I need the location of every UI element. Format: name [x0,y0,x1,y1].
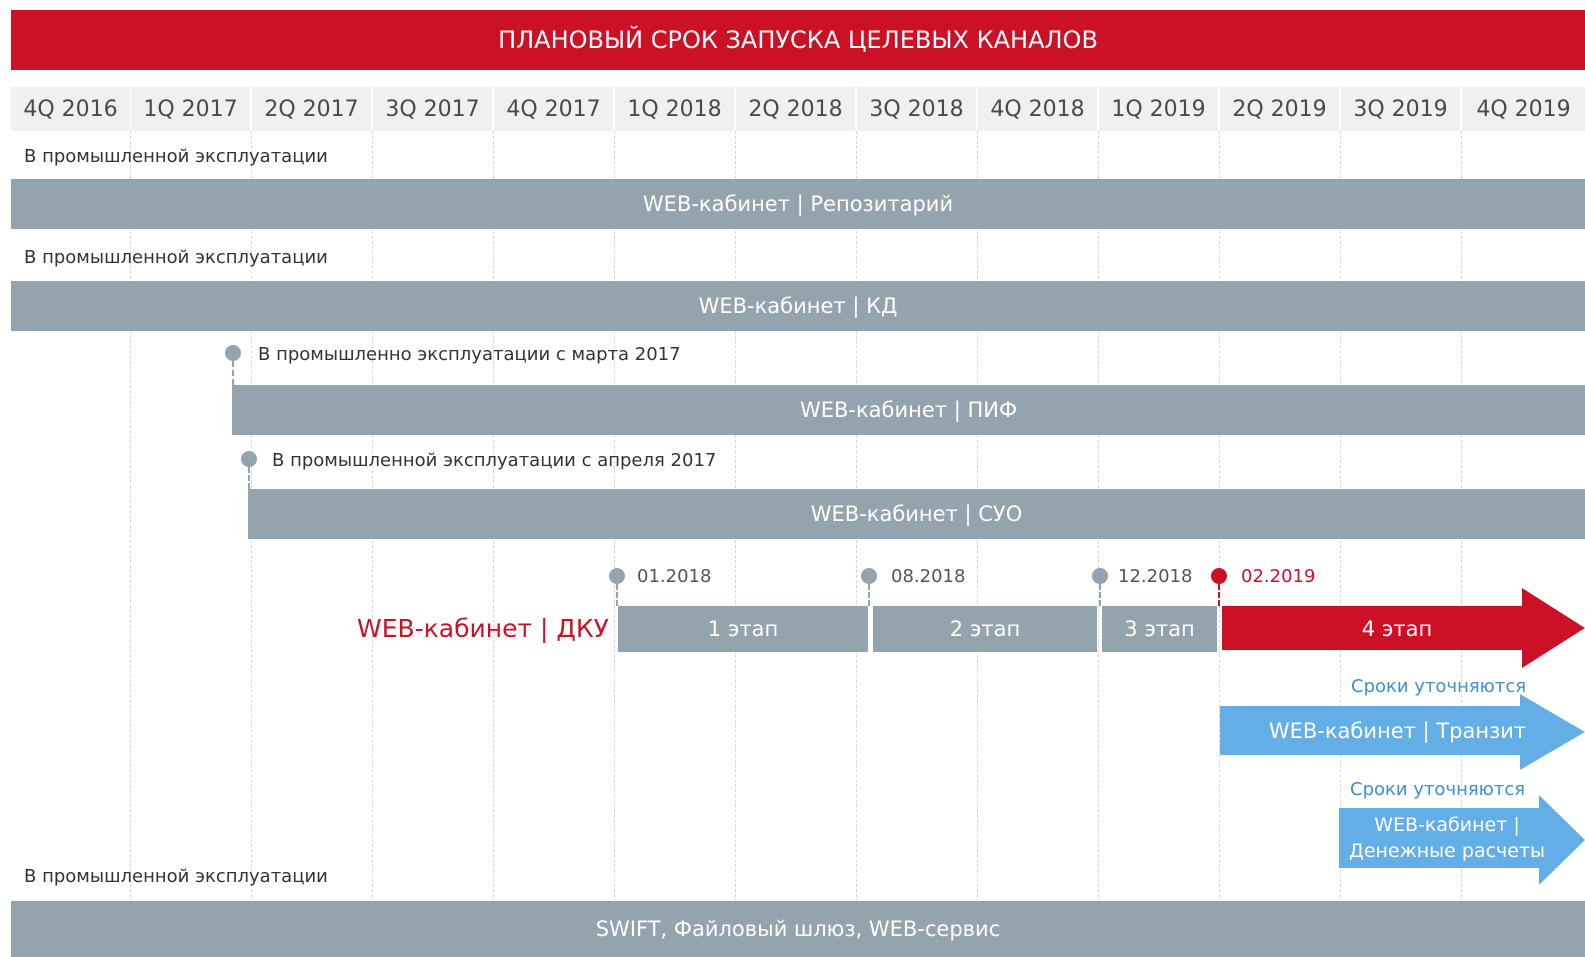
gridline [372,131,373,957]
quarter-cell: 4Q 2016 [11,87,130,131]
milestone-line-suo [248,467,250,489]
milestone-date: 01.2018 [637,566,712,587]
milestone-dot-01-2018 [609,568,625,584]
milestone-dot-suo [241,451,257,467]
gridline [614,131,615,957]
bar-repository: WEB-кабинет | Репозитарий [11,179,1585,229]
bar-swift: SWIFT, Файловый шлюз, WEB-сервис [11,901,1585,957]
quarter-cell: 4Q 2018 [978,87,1097,131]
quarter-cell: 1Q 2018 [615,87,734,131]
bar-money: WEB-кабинет | Денежные расчеты [1339,808,1555,868]
gridline [856,131,857,957]
status-note-pif: В промышленно эксплуатации с марта 2017 [258,344,681,365]
status-note-swift: В промышленной эксплуатации [24,866,328,887]
stage-1: 1 этап [618,606,868,652]
stage-4: 4 этап [1361,617,1433,641]
status-note-repository: В промышленной эксплуатации [24,146,328,167]
quarter-cell: 3Q 2018 [857,87,976,131]
gridline [735,131,736,957]
milestone-date: 02.2019 [1241,566,1316,587]
milestone-dot-02-2019 [1211,568,1227,584]
stage-2: 2 этап [873,606,1097,652]
bar-money-line1: WEB-кабинет | [1374,814,1520,836]
milestone-date: 12.2018 [1118,566,1193,587]
milestone-dot-12-2018 [1092,568,1108,584]
milestone-date: 08.2018 [891,566,966,587]
quarter-cell: 2Q 2017 [252,87,371,131]
quarter-cell: 3Q 2017 [373,87,492,131]
milestone-line-01-2018 [616,584,618,606]
status-note-kd: В промышленной эксплуатации [24,247,328,268]
page-title: ПЛАНОВЫЙ СРОК ЗАПУСКА ЦЕЛЕВЫХ КАНАЛОВ [11,10,1585,70]
dku-label: WEB-кабинет | ДКУ [357,614,609,643]
quarter-cell: 4Q 2019 [1462,87,1585,131]
bar-tranzit: WEB-кабинет | Транзит [1268,718,1527,743]
milestone-line-08-2018 [868,584,870,606]
bar-suo: WEB-кабинет | СУО [248,489,1585,539]
quarter-cell: 2Q 2018 [736,87,855,131]
quarter-cell: 4Q 2017 [494,87,613,131]
status-note-suo: В промышленной эксплуатации с апреля 201… [272,450,717,471]
quarter-cell: 1Q 2019 [1099,87,1218,131]
gridline [977,131,978,957]
milestone-line-12-2018 [1099,584,1101,606]
gridline [1219,131,1220,957]
gridline [493,131,494,957]
bar-kd: WEB-кабинет | КД [11,281,1585,331]
milestone-line-pif [232,361,234,385]
quarter-cell: 3Q 2019 [1341,87,1460,131]
stage-3: 3 этап [1102,606,1217,652]
milestone-dot-pif [225,345,241,361]
bar-money-line2: Денежные расчеты [1348,840,1546,862]
quarter-cell: 2Q 2019 [1220,87,1339,131]
gridline [1098,131,1099,957]
quarter-cell: 1Q 2017 [131,87,250,131]
milestone-dot-08-2018 [861,568,877,584]
bar-pif: WEB-кабинет | ПИФ [232,385,1585,435]
milestone-line-02-2019 [1218,584,1220,606]
